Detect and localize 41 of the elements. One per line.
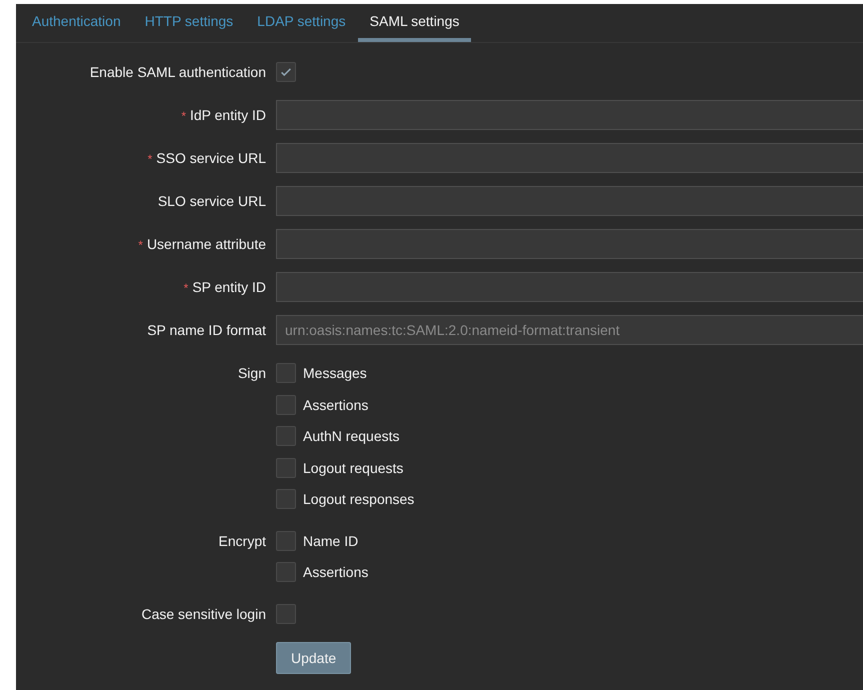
checkbox-label: Assertions [303,396,368,414]
checkbox[interactable] [276,394,296,414]
tab[interactable]: Authentication [20,4,133,42]
checkbox-label: Name ID [303,532,358,550]
checkbox-label: Messages [303,364,367,383]
checkbox[interactable] [276,489,296,509]
field-label: Username attribute [146,236,266,252]
checkbox-label: Logout requests [303,458,404,478]
checkbox-label: AuthN requests [303,427,400,446]
checkbox[interactable] [276,604,296,624]
checkbox-label: Assertions [303,563,368,582]
checkbox[interactable] [276,62,296,82]
input-field[interactable] [276,143,863,173]
checkbox-label: Logout responses [303,490,414,509]
tab[interactable]: LDAP settings [245,4,358,42]
input-field[interactable] [276,272,863,302]
field-label: Sign [238,365,266,381]
field-label: SSO service URL [156,150,266,166]
required-asterisk: * [184,281,188,295]
field-label: Encrypt [218,532,266,548]
field-label: SP entity ID [192,279,266,295]
checkbox[interactable] [276,363,296,383]
field-label: SP name ID format [147,322,266,338]
checkbox[interactable] [276,458,296,478]
input-field[interactable]: urn:oasis:names:tc:SAML:2.0:nameid-format:transient [276,315,863,345]
required-asterisk: * [148,152,152,166]
checkbox[interactable] [276,562,296,582]
input-field[interactable] [276,100,863,130]
update-button[interactable]: Update [276,642,352,674]
input-field[interactable] [276,186,863,216]
field-label: SLO service URL [158,193,266,209]
required-asterisk: * [138,238,143,252]
required-asterisk: * [181,109,186,123]
tab[interactable]: SAML settings [358,4,472,42]
checkbox[interactable] [276,426,296,446]
input-field[interactable] [276,229,863,259]
checkbox[interactable] [276,530,296,550]
tab[interactable]: HTTP settings [132,4,246,42]
field-label: Case sensitive login [141,606,266,622]
field-label: IdP entity ID [190,107,266,123]
field-label: Enable SAML authentication [90,64,266,80]
